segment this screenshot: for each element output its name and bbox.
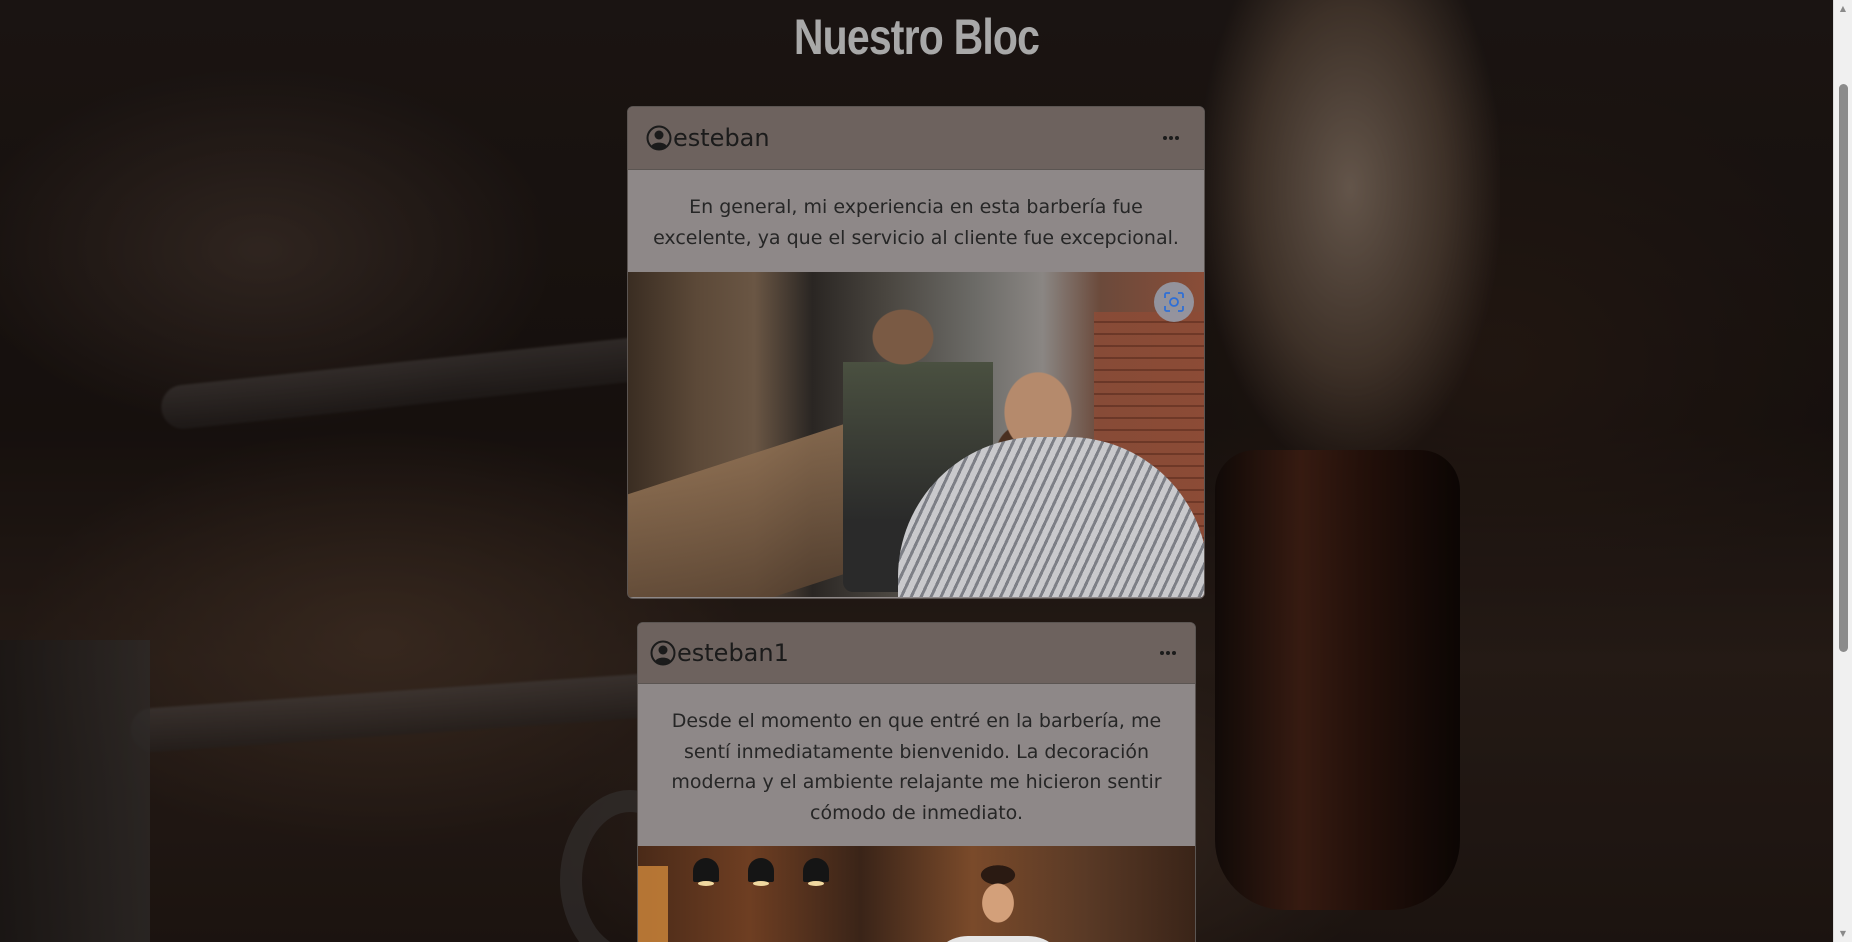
more-horizontal-icon (1163, 136, 1179, 140)
post-username[interactable]: esteban (673, 124, 770, 152)
vertical-scrollbar[interactable]: ▲ ▼ (1833, 0, 1852, 942)
post-text: En general, mi experiencia en esta barbe… (653, 196, 1179, 249)
user-circle-icon (650, 640, 676, 666)
photo-smiling-man (963, 861, 1033, 942)
page-title: Nuestro Bloc (793, 9, 1040, 65)
scroll-down-arrow-icon[interactable]: ▼ (1834, 925, 1852, 942)
photo-pendant-lamp (803, 858, 829, 886)
visual-search-icon (1164, 292, 1184, 312)
photo-pendant-lamp (693, 858, 719, 886)
more-options-button[interactable] (1153, 638, 1183, 668)
more-options-button[interactable] (1156, 123, 1186, 153)
post-header: esteban1 (638, 623, 1195, 684)
visual-search-button[interactable] (1154, 282, 1194, 322)
post-username[interactable]: esteban1 (677, 639, 789, 667)
scroll-up-arrow-icon[interactable]: ▲ (1834, 0, 1852, 17)
user-circle-icon (646, 125, 672, 151)
smiling-man-barbershop-photo (638, 846, 1195, 942)
post-image (638, 846, 1195, 942)
photo-pendant-lamp (748, 858, 774, 886)
photo-barber-chair (638, 866, 668, 942)
post-image (628, 272, 1204, 597)
scrollbar-thumb[interactable] (1839, 84, 1848, 652)
post-header: esteban (628, 107, 1204, 170)
post-text: Desde el momento en que entré en la barb… (671, 710, 1162, 824)
blog-post-card: esteban1 Desde el momento en que entré e… (637, 622, 1196, 942)
blog-post-card: esteban En general, mi experiencia en es… (627, 106, 1205, 599)
barber-trimming-beard-photo (628, 272, 1204, 597)
more-horizontal-icon (1160, 651, 1176, 655)
